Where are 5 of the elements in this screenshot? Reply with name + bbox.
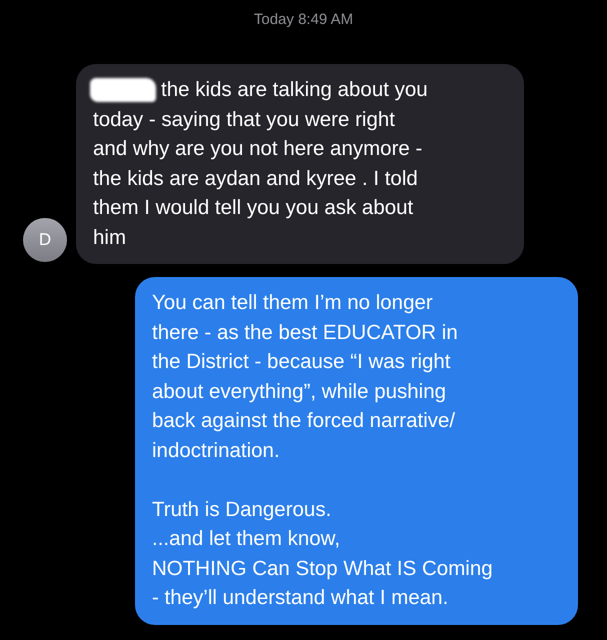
message-text: You can tell them I’m no longer there - as the best EDUCATOR in the District - because “I was right about everything”, while pushing back against the forced narrative/ indoctrination. xyxy=(152,290,459,464)
message-text: the kids are talking about you today - saying that you were right and why are you not here anymore - the kids are aydan and kyree . I told them I would tell you you ask about him xyxy=(93,77,429,250)
timestamp: Today 8:49 AM xyxy=(252,10,354,30)
contact-avatar[interactable]: D xyxy=(23,218,67,262)
message-text: Truth is Dangerous. ...and let them know, NOTHING Can Stop What IS Coming - they’ll understand what I mean. xyxy=(152,496,494,611)
